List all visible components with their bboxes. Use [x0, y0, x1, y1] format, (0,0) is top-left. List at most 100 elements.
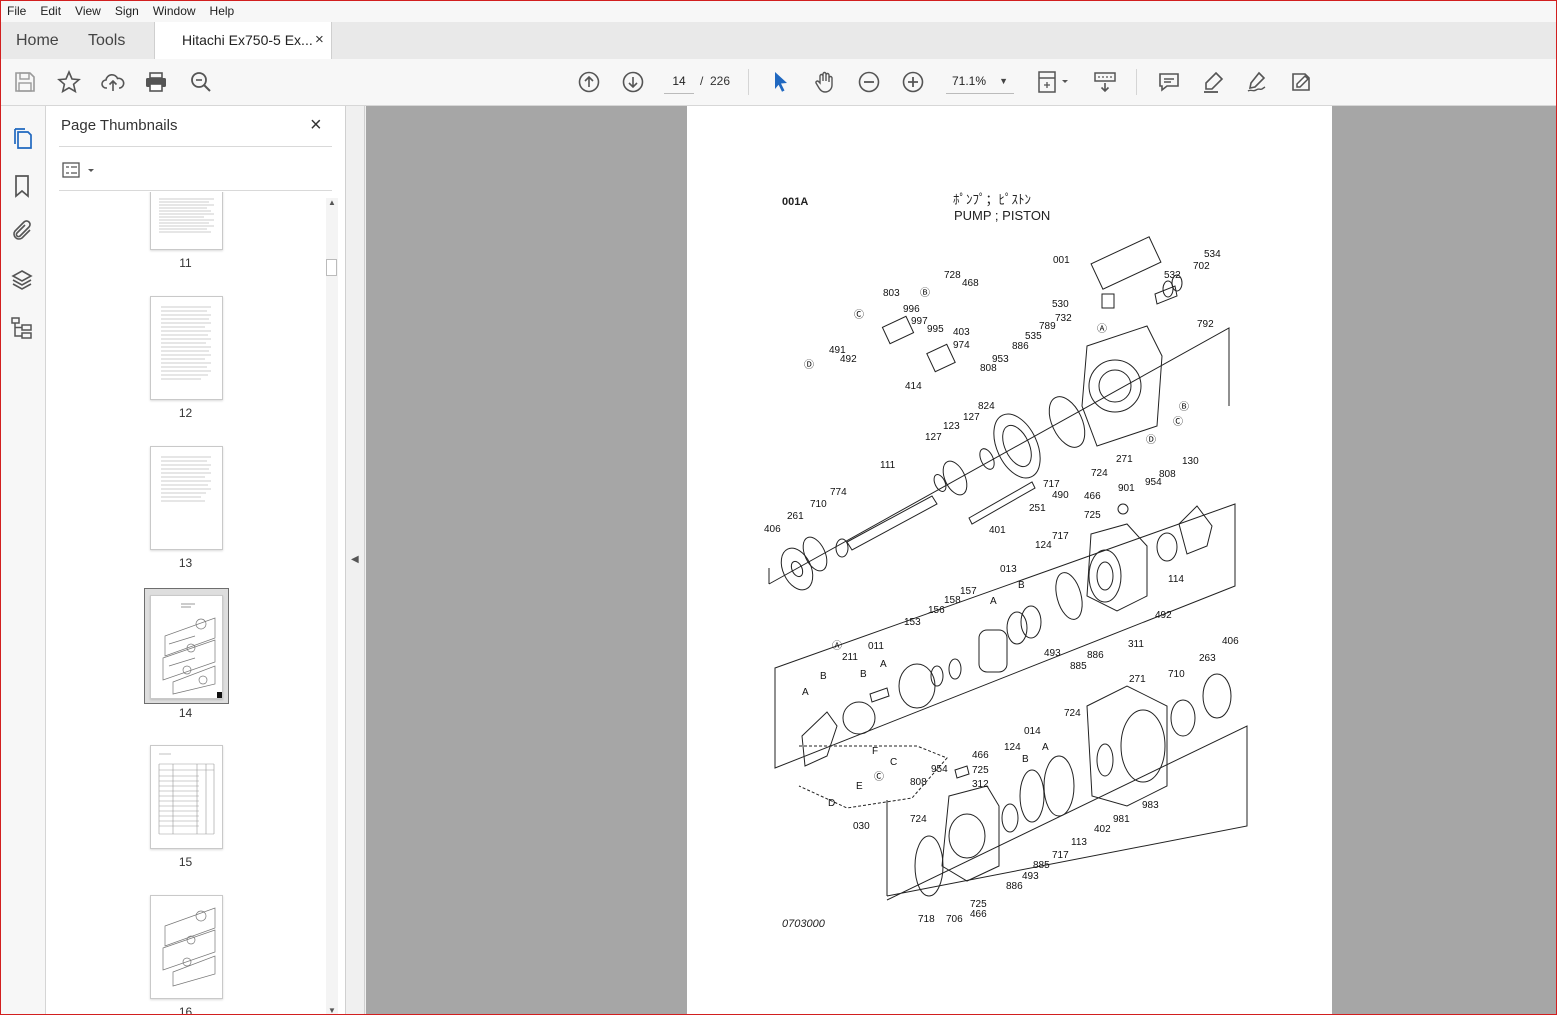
bookmarks-icon[interactable]: [10, 174, 34, 198]
scroll-mode-icon[interactable]: [1092, 69, 1118, 95]
thumbnail-page-16[interactable]: [150, 895, 223, 999]
svg-text:A: A: [802, 687, 809, 698]
svg-text:A: A: [1042, 742, 1049, 753]
thumbnail-page-11[interactable]: [150, 192, 223, 250]
svg-text:A: A: [880, 659, 887, 670]
svg-text:466: 466: [972, 750, 989, 761]
previous-page-icon[interactable]: [576, 69, 602, 95]
svg-text:901: 901: [1118, 483, 1135, 494]
svg-text:702: 702: [1193, 261, 1210, 272]
attachments-icon[interactable]: [10, 219, 34, 243]
zoom-out-icon[interactable]: [856, 69, 882, 95]
svg-text:490: 490: [1052, 490, 1069, 501]
scrollbar-thumb[interactable]: [326, 259, 337, 276]
upload-cloud-icon[interactable]: [100, 69, 126, 95]
select-cursor-icon[interactable]: [768, 69, 794, 95]
svg-text:724: 724: [910, 814, 927, 825]
svg-text:808: 808: [980, 363, 997, 374]
svg-text:124: 124: [1035, 540, 1052, 551]
tab-home[interactable]: Home: [16, 22, 59, 59]
svg-text:127: 127: [925, 432, 942, 443]
scroll-down-icon[interactable]: ▼: [328, 1006, 336, 1015]
svg-text:Ⓓ: Ⓓ: [1146, 434, 1156, 446]
svg-text:011: 011: [868, 641, 884, 652]
highlight-pen-icon[interactable]: [1200, 69, 1226, 95]
menu-edit[interactable]: Edit: [33, 4, 68, 18]
svg-text:717: 717: [1052, 531, 1069, 542]
svg-text:013: 013: [1000, 564, 1017, 575]
hand-tool-icon[interactable]: [812, 69, 838, 95]
panel-title: Page Thumbnails: [61, 117, 178, 134]
svg-text:710: 710: [810, 499, 827, 510]
close-panel-icon[interactable]: ×: [310, 114, 322, 137]
zoom-value: 71.1%: [952, 74, 987, 88]
svg-text:127: 127: [963, 412, 980, 423]
svg-text:466: 466: [1084, 491, 1101, 502]
menu-view[interactable]: View: [68, 4, 108, 18]
svg-text:402: 402: [1094, 824, 1111, 835]
thumbnail-options-button[interactable]: [62, 161, 102, 181]
svg-text:123: 123: [943, 421, 960, 432]
menu-bar: File Edit View Sign Window Help: [0, 0, 1557, 23]
total-pages: 226: [710, 74, 731, 88]
svg-text:001: 001: [1053, 255, 1070, 266]
svg-text:983: 983: [1142, 800, 1159, 811]
comment-icon[interactable]: [1156, 69, 1182, 95]
scroll-up-icon[interactable]: ▲: [328, 198, 336, 207]
svg-text:A: A: [990, 596, 997, 607]
document-view[interactable]: 001 728 468 803 996 997 995 403 974 414 …: [366, 106, 1557, 1015]
svg-text:113: 113: [1071, 837, 1087, 848]
toolbar: 14 / 226 71.1% ▼: [0, 59, 1557, 106]
tab-tools[interactable]: Tools: [88, 22, 125, 59]
next-page-icon[interactable]: [620, 69, 646, 95]
svg-text:954: 954: [931, 764, 948, 775]
share-edit-icon[interactable]: [1288, 69, 1314, 95]
svg-text:885: 885: [1070, 661, 1087, 672]
svg-text:732: 732: [1055, 313, 1072, 324]
panel-splitter[interactable]: ◀: [345, 106, 365, 1015]
menu-sign[interactable]: Sign: [108, 4, 146, 18]
sign-pen-icon[interactable]: [1244, 69, 1270, 95]
page-thumbnails-icon[interactable]: [10, 126, 34, 150]
svg-text:774: 774: [830, 487, 847, 498]
svg-text:468: 468: [962, 278, 979, 289]
thumbnail-label: 14: [178, 706, 193, 720]
svg-text:Ⓒ: Ⓒ: [854, 309, 864, 321]
zoom-in-icon[interactable]: [900, 69, 926, 95]
thumbnail-label: 11: [179, 256, 192, 270]
svg-text:492: 492: [840, 354, 857, 365]
content-tree-icon[interactable]: [10, 316, 34, 340]
thumbnail-page-13[interactable]: [150, 446, 223, 550]
zoom-level-select[interactable]: 71.1% ▼: [946, 69, 1014, 94]
svg-text:B: B: [860, 669, 867, 680]
layers-icon[interactable]: [10, 268, 34, 292]
svg-text:706: 706: [946, 914, 963, 925]
svg-text:885: 885: [1033, 860, 1050, 871]
page-number-input[interactable]: 14: [664, 69, 694, 94]
menu-window[interactable]: Window: [146, 4, 203, 18]
thumbnail-page-15[interactable]: [150, 745, 223, 849]
menu-help[interactable]: Help: [203, 4, 242, 18]
tab-document[interactable]: Hitachi Ex750-5 Ex... ×: [154, 22, 332, 59]
search-zoom-icon[interactable]: [188, 69, 214, 95]
svg-text:493: 493: [1044, 648, 1061, 659]
print-icon[interactable]: [143, 69, 169, 95]
svg-text:Ⓐ: Ⓐ: [1097, 323, 1107, 335]
thumbnail-page-12[interactable]: [150, 296, 223, 400]
thumbnail-page-14[interactable]: [150, 595, 223, 699]
svg-text:153: 153: [904, 617, 921, 628]
svg-text:B: B: [820, 671, 827, 682]
divider: [59, 146, 332, 147]
collapse-panel-icon[interactable]: ◀: [351, 554, 359, 565]
thumbnail-scrollbar[interactable]: ▲ ▼: [326, 198, 338, 1015]
svg-text:414: 414: [905, 381, 922, 392]
save-icon[interactable]: [12, 69, 38, 95]
fit-page-icon[interactable]: [1036, 69, 1072, 95]
svg-text:403: 403: [953, 327, 970, 338]
menu-file[interactable]: File: [0, 4, 33, 18]
close-tab-icon[interactable]: ×: [315, 31, 324, 48]
svg-text:Ⓒ: Ⓒ: [874, 771, 884, 783]
bookmark-star-icon[interactable]: [56, 69, 82, 95]
svg-text:D: D: [828, 798, 835, 809]
svg-text:466: 466: [970, 909, 987, 920]
